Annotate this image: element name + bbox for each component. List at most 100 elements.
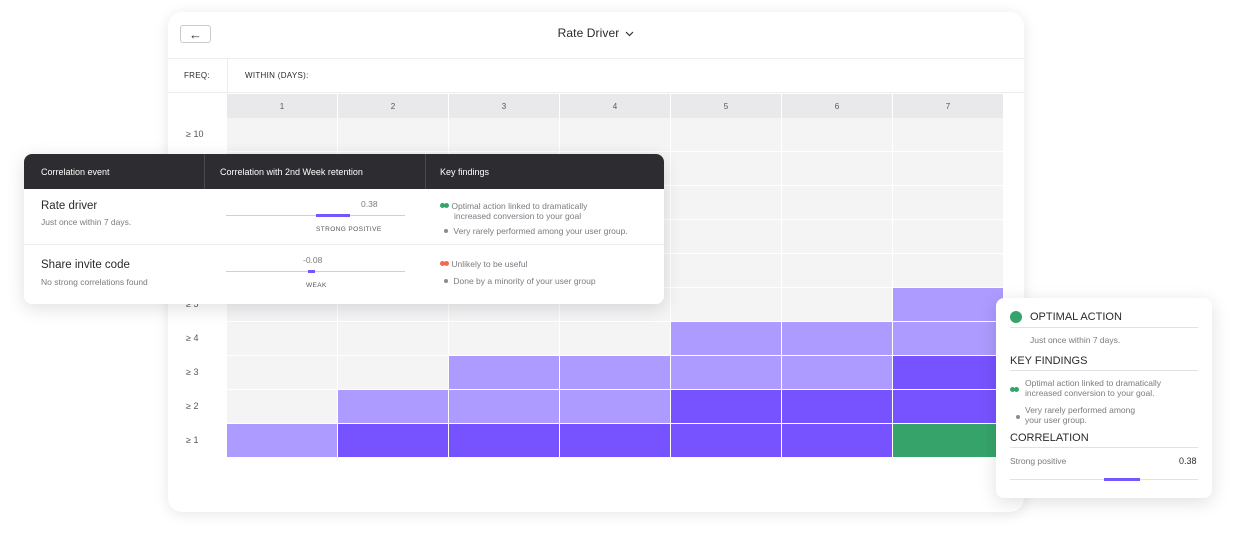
event-subtitle: Just once within 7 days.: [41, 217, 132, 227]
column-header-day-2: 2: [338, 94, 448, 118]
finding-line: Optimal action linked to dramatically: [1025, 378, 1162, 388]
finding-line: your user group.: [1025, 415, 1087, 425]
grid-cell[interactable]: [338, 390, 448, 423]
bullet-icon: [1016, 407, 1020, 425]
grid-cell[interactable]: [671, 356, 781, 389]
grid-cell[interactable]: [671, 288, 781, 321]
grid-cell[interactable]: [782, 424, 892, 457]
grid-cell[interactable]: [227, 356, 337, 389]
finding-text: Optimal action linked to dramatically in…: [1025, 378, 1200, 398]
grid-cell[interactable]: [893, 220, 1003, 253]
divider: [1010, 327, 1198, 328]
chevron-down-icon: [625, 29, 634, 40]
grid-cell[interactable]: [782, 152, 892, 185]
column-header-day-6: 6: [782, 94, 892, 118]
grid-cell[interactable]: [893, 186, 1003, 219]
divider: [168, 92, 1024, 93]
correlation-bar: [1104, 478, 1140, 481]
finding-line: Very rarely performed among: [1025, 405, 1136, 415]
column-header-day-4: 4: [560, 94, 670, 118]
grid-cell[interactable]: [671, 118, 781, 151]
grid-cell[interactable]: [560, 424, 670, 457]
finding-item: Unlikely to be useful: [440, 259, 527, 269]
correlation-bar: [315, 214, 350, 217]
grid-cell[interactable]: [449, 390, 559, 423]
row-label: ≥ 4: [186, 333, 199, 343]
finding-text: Unlikely to be useful: [451, 259, 528, 269]
grid-cell[interactable]: [671, 220, 781, 253]
grid-cell[interactable]: [893, 390, 1003, 423]
column-header-event: Correlation event: [41, 167, 110, 177]
grid-cell[interactable]: [782, 186, 892, 219]
finding-text: Optimal action linked to dramatically: [451, 201, 588, 211]
grid-cell[interactable]: [227, 424, 337, 457]
finding-text: Done by a minority of your user group: [453, 276, 596, 286]
correlation-caption: WEAK: [306, 282, 327, 289]
status-dots-icon: [440, 201, 449, 211]
grid-cell[interactable]: [893, 152, 1003, 185]
optimal-action-card: OPTIMAL ACTION Just once within 7 days. …: [996, 298, 1212, 498]
row-label: ≥ 3: [186, 367, 199, 377]
grid-cell[interactable]: [338, 322, 448, 355]
grid-cell[interactable]: [449, 118, 559, 151]
table-row[interactable]: Rate driver Just once within 7 days. 0.3…: [24, 189, 664, 244]
grid-cell[interactable]: [893, 424, 1003, 457]
page-title: Rate Driver: [557, 26, 620, 40]
divider: [425, 154, 426, 189]
column-header-correlation: Correlation with 2nd Week retention: [220, 167, 363, 177]
finding-item: Optimal action linked to dramatically in…: [440, 201, 587, 221]
divider: [204, 154, 205, 189]
grid-cell[interactable]: [893, 118, 1003, 151]
column-header-day-3: 3: [449, 94, 559, 118]
table-row[interactable]: Share invite code No strong correlations…: [24, 245, 664, 304]
grid-cell[interactable]: [782, 288, 892, 321]
grid-cell[interactable]: [560, 118, 670, 151]
grid-cell[interactable]: [560, 322, 670, 355]
grid-cell[interactable]: [560, 356, 670, 389]
grid-cell[interactable]: [671, 424, 781, 457]
grid-cell[interactable]: [227, 118, 337, 151]
row-label: ≥ 2: [186, 401, 199, 411]
column-header-day-7: 7: [893, 94, 1003, 118]
grid-cell[interactable]: [782, 254, 892, 287]
grid-cell[interactable]: [449, 356, 559, 389]
grid-cell[interactable]: [782, 220, 892, 253]
event-name: Share invite code: [41, 259, 130, 271]
divider: [168, 58, 1024, 59]
grid-cell[interactable]: [338, 424, 448, 457]
grid-cell[interactable]: [338, 118, 448, 151]
correlation-table: Correlation event Correlation with 2nd W…: [24, 154, 664, 304]
grid-cell[interactable]: [782, 118, 892, 151]
grid-cell[interactable]: [671, 254, 781, 287]
column-header-findings: Key findings: [440, 167, 490, 177]
finding-line: increased conversion to your goal.: [1025, 388, 1155, 398]
finding-text: Very rarely performed among your user gr…: [1025, 405, 1200, 425]
grid-cell[interactable]: [893, 288, 1003, 321]
grid-cell[interactable]: [227, 390, 337, 423]
grid-cell[interactable]: [671, 322, 781, 355]
divider: [1010, 370, 1198, 371]
correlation-value: -0.08: [303, 255, 323, 265]
grid-cell[interactable]: [671, 152, 781, 185]
grid-cell[interactable]: [338, 356, 448, 389]
grid-cell[interactable]: [671, 390, 781, 423]
grid-cell[interactable]: [893, 356, 1003, 389]
grid-cell[interactable]: [449, 424, 559, 457]
correlation-value: 0.38: [1179, 456, 1197, 466]
detail-subtitle: Just once within 7 days.: [1030, 335, 1121, 345]
findings-heading: KEY FINDINGS: [1010, 355, 1088, 367]
status-dots-icon: [1010, 380, 1019, 398]
grid-cell[interactable]: [782, 390, 892, 423]
grid-cell[interactable]: [560, 390, 670, 423]
grid-cell[interactable]: [782, 322, 892, 355]
correlation-value: 0.38: [361, 199, 378, 209]
grid-cell[interactable]: [893, 254, 1003, 287]
bullet-icon: [440, 226, 451, 236]
grid-cell[interactable]: [449, 322, 559, 355]
grid-cell[interactable]: [227, 322, 337, 355]
grid-cell[interactable]: [893, 322, 1003, 355]
grid-cell[interactable]: [782, 356, 892, 389]
event-selector[interactable]: Rate Driver: [168, 26, 1024, 40]
status-dot-icon: [1010, 311, 1022, 323]
grid-cell[interactable]: [671, 186, 781, 219]
